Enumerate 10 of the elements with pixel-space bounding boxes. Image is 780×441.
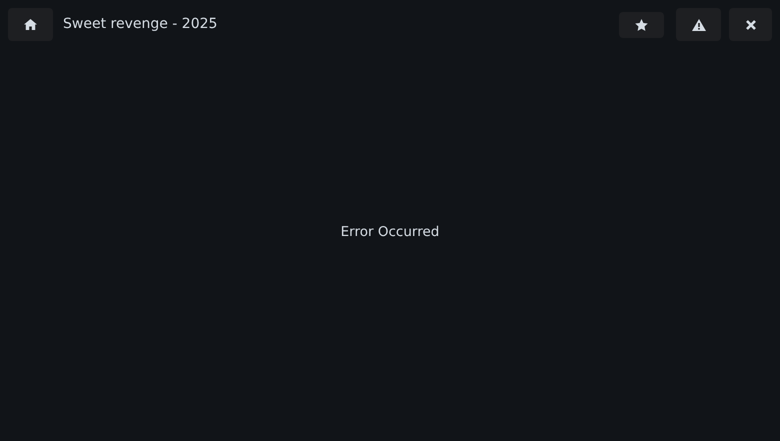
error-message: Error Occurred — [340, 222, 440, 242]
page-title: Sweet revenge - 2025 — [63, 15, 218, 34]
home-icon — [24, 19, 37, 30]
close-icon — [746, 20, 756, 30]
close-button[interactable] — [729, 8, 772, 41]
warning-icon — [692, 18, 706, 30]
home-button[interactable] — [8, 8, 53, 41]
star-icon — [635, 19, 648, 31]
report-button[interactable] — [676, 8, 721, 41]
favorite-button[interactable] — [619, 12, 664, 38]
